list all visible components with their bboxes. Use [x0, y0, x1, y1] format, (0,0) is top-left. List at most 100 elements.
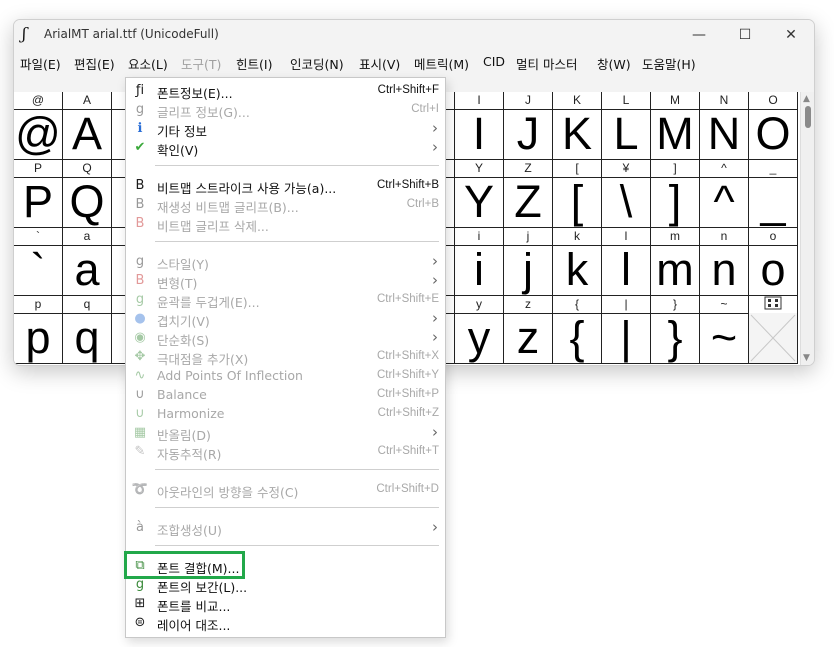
glyph-cell[interactable]: ^ ^ [700, 160, 749, 228]
context-menu-item[interactable]: B 비트맵 스트라이크 사용 가능(a)... Ctrl+Shift+B [126, 176, 445, 196]
glyph-cell[interactable]: [[ [553, 160, 602, 228]
maximize-button[interactable]: ☐ [722, 20, 768, 49]
glyph-cell[interactable]: yy [455, 296, 504, 364]
context-menu-item[interactable]: ✥ 극대점을 추가(X) Ctrl+Shift+X [126, 347, 445, 367]
context-menu-item[interactable]: ◉ 단순화(S) › [126, 328, 445, 348]
context-menu-item[interactable]: ∿ Add Points Of Inflection Ctrl+Shift+Y [126, 366, 445, 385]
glyph-cell[interactable]: zz [504, 296, 553, 364]
menu-separator [155, 165, 439, 166]
context-menu-item[interactable]: ⊜ 레이어 대조... [126, 613, 445, 633]
context-menu-item[interactable]: ƒi 폰트정보(E)... Ctrl+Shift+F [126, 81, 445, 101]
menu-3[interactable]: 도구(T) [181, 54, 221, 73]
glyph-cell[interactable]: qq [63, 296, 112, 364]
glyph-cell[interactable]: MM [651, 92, 700, 160]
context-menu-item-label: Harmonize [157, 406, 225, 421]
context-menu-item-shortcut: Ctrl+Shift+P [377, 388, 439, 400]
context-menu-item[interactable]: g 글리프 정보(G)... Ctrl+I [126, 100, 445, 120]
menu-separator [155, 469, 439, 470]
chevron-right-icon: › [432, 328, 438, 346]
glyph-cell[interactable]: ll [602, 228, 651, 296]
delete-bitmap-icon: B [135, 216, 145, 231]
context-menu-item[interactable]: à 조합생성(U) › [126, 518, 445, 538]
glyph-cell-glyph: { [569, 312, 585, 363]
glyph-cell[interactable]: ` ` [14, 228, 63, 296]
context-menu-item[interactable]: ⊞ 폰트를 비교... [126, 594, 445, 614]
glyph-cell[interactable]: PP [14, 160, 63, 228]
minimize-button[interactable]: — [676, 20, 722, 49]
context-menu-item[interactable]: B 변형(T) › [126, 271, 445, 291]
empty-glyph-cross-icon [749, 313, 797, 363]
glyph-cell[interactable]: oo [749, 228, 798, 296]
menu-1[interactable]: 편집(E) [74, 54, 115, 73]
menu-8[interactable]: CID [483, 54, 505, 69]
context-menu-item[interactable]: ✔ 확인(V) › [126, 138, 445, 158]
glyph-cell-glyph: A [71, 108, 102, 159]
glyph-cell[interactable]: | | [602, 296, 651, 364]
glyph-cell-glyph: n [711, 244, 737, 295]
glyph-cell[interactable]: }} [651, 296, 700, 364]
glyph-cell[interactable]: NN [700, 92, 749, 160]
context-menu-item[interactable]: ℹ 기타 정보 › [126, 119, 445, 139]
glyph-cell[interactable]: _ _ [749, 160, 798, 228]
context-menu-item[interactable]: ∪ Harmonize Ctrl+Shift+Z [126, 404, 445, 423]
glyph-cell[interactable]: @ @ [14, 92, 63, 160]
context-menu-item[interactable]: ➰ 아웃라인의 방향을 수정(C) Ctrl+Shift+D [126, 480, 445, 500]
glyph-cell[interactable]: pp [14, 296, 63, 364]
context-menu-item[interactable]: ● 겹치기(V) › [126, 309, 445, 329]
context-menu-item-label: 확인(V) [157, 143, 199, 158]
context-menu-item[interactable]: g 윤곽를 두겁게(E)... Ctrl+Shift+E [126, 290, 445, 310]
glyph-cell[interactable]: ~ ~ [700, 296, 749, 364]
scroll-down-arrow-icon[interactable]: ▼ [803, 353, 810, 363]
close-button[interactable]: ✕ [768, 20, 814, 49]
font-tool-s-icon: ʃ [22, 24, 27, 43]
glyph-cell[interactable]: aa [63, 228, 112, 296]
glyph-cell[interactable]: AA [63, 92, 112, 160]
context-menu-item[interactable]: B 비트맵 글리프 삭제... [126, 214, 445, 234]
glyph-cell[interactable]: {{ [553, 296, 602, 364]
glyph-cell[interactable]: QQ [63, 160, 112, 228]
glyph-cell-glyph: P [22, 176, 53, 227]
menu-11[interactable]: 도움말(H) [642, 54, 696, 73]
glyph-cell[interactable]: OO [749, 92, 798, 160]
extrema-icon: ✥ [134, 349, 146, 364]
glyph-cell[interactable]: II [455, 92, 504, 160]
glyph-cell-glyph: Z [514, 176, 542, 227]
glyph-cell[interactable]: LL [602, 92, 651, 160]
context-menu-item-shortcut: Ctrl+Shift+E [377, 293, 439, 305]
menu-7[interactable]: 메트릭(M) [414, 54, 469, 73]
glyph-cell[interactable]: JJ [504, 92, 553, 160]
glyph-cell[interactable]: jj [504, 228, 553, 296]
context-menu-item[interactable]: ∪ Balance Ctrl+Shift+P [126, 385, 445, 404]
glyph-cell-glyph: [ [570, 176, 584, 227]
context-menu-item[interactable]: B 재생성 비트맵 글리프(B)... Ctrl+B [126, 195, 445, 215]
vertical-scrollbar[interactable]: ▲ ▼ [800, 92, 814, 365]
context-menu-item[interactable]: g 스타일(Y) › [126, 252, 445, 272]
style-icon: g [135, 254, 145, 269]
glyph-cell[interactable]: ]] [651, 160, 700, 228]
glyph-cell[interactable]: nn [700, 228, 749, 296]
title-bar[interactable]: ʃ ArialMT arial.ttf (UnicodeFull) — ☐ ✕ [14, 20, 814, 49]
harmonize-icon: ∪ [135, 406, 145, 421]
scroll-up-arrow-icon[interactable]: ▲ [803, 94, 810, 104]
glyph-cell[interactable]: kk [553, 228, 602, 296]
glyph-cell[interactable] [749, 296, 798, 364]
glyph-cell[interactable]: KK [553, 92, 602, 160]
glyph-cell[interactable]: ¥ \ [602, 160, 651, 228]
menu-2[interactable]: 요소(L) [128, 54, 168, 73]
menu-0[interactable]: 파일(E) [20, 54, 61, 73]
inflection-icon: ∿ [134, 368, 146, 383]
menu-4[interactable]: 힌트(I) [236, 54, 272, 73]
glyph-cell[interactable]: ii [455, 228, 504, 296]
scroll-thumb[interactable] [805, 106, 811, 128]
context-menu-item[interactable]: ▦ 반올림(D) › [126, 423, 445, 443]
glyph-cell-glyph: M [656, 108, 694, 159]
glyph-cell[interactable]: YY [455, 160, 504, 228]
glyph-cell[interactable]: mm [651, 228, 700, 296]
menu-6[interactable]: 표시(V) [359, 54, 400, 73]
context-menu-item[interactable]: ✎ 자동추적(R) Ctrl+Shift+T [126, 442, 445, 462]
menu-5[interactable]: 인코딩(N) [290, 54, 344, 73]
menu-10[interactable]: 창(W) [597, 54, 631, 73]
context-menu-item-label: Add Points Of Inflection [157, 368, 303, 383]
menu-9[interactable]: 멀티 마스터 [516, 54, 577, 73]
glyph-cell[interactable]: ZZ [504, 160, 553, 228]
